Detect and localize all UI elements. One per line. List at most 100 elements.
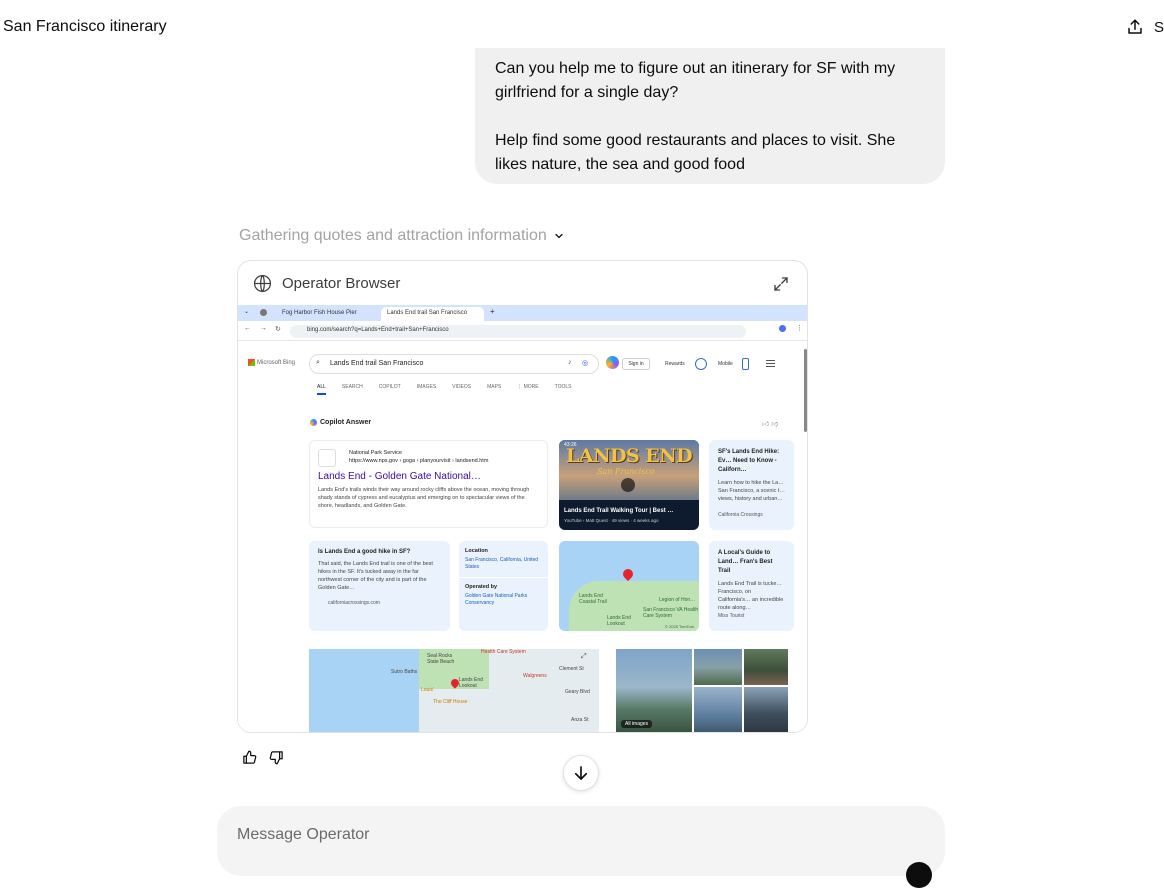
visual-search-icon: ◎: [582, 360, 589, 367]
mobile-icon: [742, 358, 749, 370]
map-label: Walgreens: [523, 673, 547, 679]
rewards-icon: [695, 358, 707, 370]
copilot-answer-text: Copilot Answer: [320, 419, 372, 426]
video-meta: YouTube › Matt Quest · 49 views · 4 week…: [564, 518, 659, 523]
nav-tab-videos: VIDEOS: [452, 384, 472, 390]
divider: [459, 577, 548, 578]
map-pin-icon: [620, 566, 636, 582]
copilot-answer-label: Copilot Answer: [310, 419, 371, 426]
qa-footer: californiacrossings.com: [328, 600, 380, 606]
info-card: Location San Francisco, California, Unit…: [459, 541, 548, 631]
result-body: Learn how to hike the La… San Francisco,…: [718, 480, 785, 502]
play-icon: [621, 478, 635, 492]
browser-tab: Fog Harbor Fish House Pier: [276, 307, 378, 321]
sign-in-button: Sign in: [622, 358, 650, 370]
map-label: Lands End Lookout: [459, 677, 483, 689]
map-label: Sutro Baths: [391, 669, 418, 675]
map-water: [309, 649, 419, 732]
browser-tab-bar: ⌄ Fog Harbor Fish House Pier Lands End t…: [238, 305, 807, 321]
map-label: Clement St: [559, 666, 584, 672]
nav-tab-images: IMAGES: [416, 384, 437, 390]
map-label: The Cliff House: [433, 699, 468, 705]
share-icon: [1128, 19, 1142, 34]
result-footer: Miss Tourist: [718, 613, 745, 619]
user-message-paragraph: Help find some good restaurants and plac…: [495, 132, 896, 173]
operated-value: Golden Gate National Parks Conservancy: [465, 593, 528, 606]
result-video-card: LANDS END San Francisco 43:26 Lands End …: [559, 440, 699, 530]
globe-icon: [253, 274, 272, 293]
photo: [694, 649, 742, 685]
search-icon: ⌕: [316, 359, 320, 366]
tab-menu-icon: ⌄: [244, 309, 250, 315]
map-expand-icon: ⤢: [581, 653, 587, 660]
map-label: Louis': [421, 687, 434, 693]
search-query: Lands End trail San Francisco: [330, 360, 424, 367]
share-button[interactable]: Share: [1126, 18, 1164, 36]
result-card-miss-tourist: A Local's Guide to Land… Fran's Best Tra…: [709, 541, 794, 631]
tab-label: Lands End trail San Francisco: [387, 310, 468, 316]
rewards-link: Rewards: [665, 361, 685, 367]
message-composer[interactable]: Message Operator: [217, 806, 945, 888]
map-label: Lands End Lookout: [607, 615, 631, 627]
result-source: National Park Service: [349, 450, 402, 456]
message-feedback: [242, 750, 284, 765]
nav-tab-search: SEARCH: [341, 384, 363, 390]
mobile-link: Mobile: [718, 361, 733, 367]
nav-tab-maps: MAPS: [487, 384, 502, 390]
scroll-to-bottom-button[interactable]: [563, 755, 599, 791]
result-body: Lands End's trails winds their way aroun…: [318, 487, 530, 509]
all-images-label: All images: [621, 720, 653, 728]
nav-tab-copilot: COPILOT: [378, 384, 401, 390]
result-source-url: https://www.nps.gov › goga › planyourvis…: [349, 458, 489, 464]
result-footer: California Crossings: [718, 512, 763, 518]
result-card-nps: National Park Service https://www.nps.go…: [309, 440, 548, 528]
photo: [694, 687, 742, 732]
new-tab-icon: +: [490, 307, 495, 316]
browser-screenshot[interactable]: ⌄ Fog Harbor Fish House Pier Lands End t…: [238, 305, 807, 732]
thumbs-down-icon[interactable]: [269, 750, 284, 765]
map-label: Seal Rocks State Beach: [427, 653, 455, 665]
nav-tab-tools: TOOLS: [554, 384, 572, 390]
user-message-bubble: Can you help me to figure out an itinera…: [475, 48, 945, 184]
map-label: Lands End Coastal Trail: [579, 593, 607, 605]
map-label: Geary Blvd: [565, 689, 590, 695]
map-label: Legion of Hon…: [659, 597, 696, 603]
hamburger-menu-icon: [766, 360, 775, 367]
send-button[interactable]: [906, 862, 932, 888]
account-icon: [779, 325, 786, 332]
microphone-icon: ♪: [568, 359, 572, 366]
arrow-down-icon: [574, 766, 588, 780]
user-message-paragraph: Can you help me to figure out an itinera…: [495, 60, 896, 101]
map-label: San Francisco VA Health Care System: [643, 607, 699, 619]
map-attribution: © 2025 TomTom: [665, 624, 695, 629]
back-icon: ←: [244, 325, 251, 332]
url-field: bing.com/search?q=Lands+End+trail+San+Fr…: [290, 325, 746, 338]
copilot-icon: [606, 356, 619, 369]
video-art-subtitle: San Francisco: [597, 467, 655, 476]
expand-icon[interactable]: [772, 275, 790, 293]
photo: [744, 687, 788, 732]
task-status-text: Gathering quotes and attraction informat…: [239, 227, 547, 244]
address-bar: ← → ↻ bing.com/search?q=Lands+End+trail+…: [238, 321, 807, 341]
chevron-down-icon: [555, 233, 563, 239]
qa-body: That said, the Lands End trail is one of…: [318, 561, 433, 591]
result-heading: SF's Lands End Hike: Ev… Need to Know - …: [718, 449, 780, 473]
task-status-toggle[interactable]: Gathering quotes and attraction informat…: [239, 227, 565, 245]
video-art-title: LANDS END: [566, 445, 693, 467]
tab-label: Fog Harbor Fish House Pier: [282, 310, 357, 316]
map-card: Lands End Coastal Trail Legion of Hon… S…: [559, 541, 699, 631]
profile-icon: [260, 309, 267, 316]
qa-heading: Is Lands End a good hike in SF?: [318, 549, 411, 555]
qa-card: Is Lands End a good hike in SF? That sai…: [309, 541, 450, 631]
reload-icon: ↻: [275, 326, 281, 333]
operator-card-title: Operator Browser: [282, 275, 401, 292]
message-input-placeholder[interactable]: Message Operator: [237, 826, 370, 844]
video-caption: Lands End Trail Walking Tour | Best …: [564, 508, 674, 514]
operated-label: Operated by: [465, 584, 498, 590]
result-heading: A Local's Guide to Land… Fran's Best Tra…: [718, 550, 773, 574]
bing-nav-tabs: ALL SEARCH COPILOT IMAGES VIDEOS MAPS ⋮ …: [317, 384, 587, 395]
bing-logo-icon: [248, 359, 255, 366]
thumbs-up-icon[interactable]: [242, 750, 257, 765]
image-grid: All images: [616, 649, 788, 732]
forward-icon: →: [260, 325, 267, 332]
